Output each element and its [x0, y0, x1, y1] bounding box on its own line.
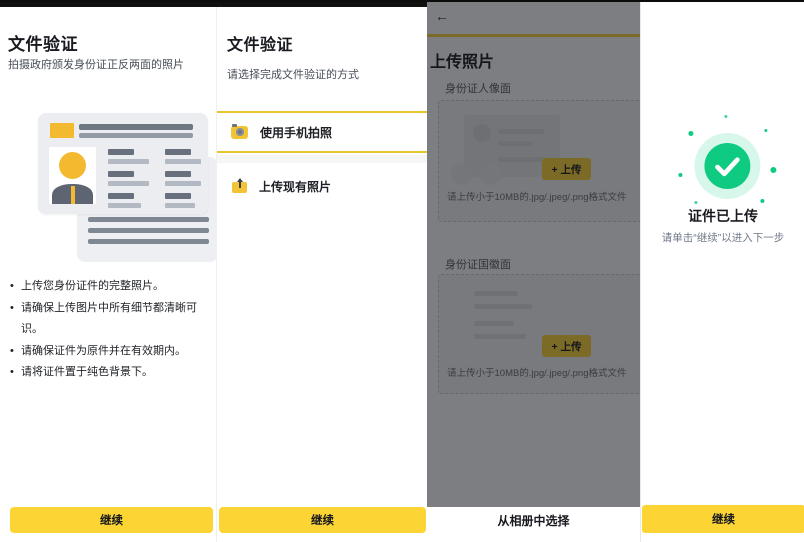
header-accent-line [427, 34, 640, 37]
upload-hint: 请上传小于10MB的.jpg/.jpeg/.png格式文件 [447, 365, 627, 379]
upload-title: 上传照片 [430, 48, 494, 72]
panel-verification-method: 文件验证 请选择完成文件验证的方式 使用手机拍照 上传现有照片 继续 [216, 0, 427, 542]
continue-button[interactable]: 继续 [219, 507, 426, 533]
back-arrow-icon[interactable]: ← [435, 8, 449, 24]
upload-hint: 请上传小于10MB的.jpg/.jpeg/.png格式文件 [447, 189, 627, 203]
panel-document-verification-intro: 文件验证 拍摄政府颁发身份证正反两面的照片 [0, 0, 216, 542]
upload-front-button[interactable]: + 上传 [542, 158, 591, 180]
dropzone-ghost-lines [474, 291, 532, 347]
upload-dropzone-back[interactable]: + 上传 请上传小于10MB的.jpg/.jpeg/.png格式文件 [438, 274, 640, 394]
page-subtitle: 拍摄政府颁发身份证正反两面的照片 [8, 56, 184, 72]
guideline-item: 请确保证件为原件并在有效期内。 [8, 341, 213, 363]
panel-upload-photos: ← 上传照片 身份证人像面 + 上传 请上传小于10MB的.jpg/.jpeg/… [427, 0, 640, 542]
card-portrait-graphic [49, 147, 96, 204]
upload-icon [232, 182, 247, 193]
guideline-item: 上传您身份证件的完整照片。 [8, 276, 213, 298]
option-label: 使用手机拍照 [260, 124, 332, 141]
continue-button[interactable]: 继续 [10, 507, 213, 533]
guideline-list: 上传您身份证件的完整照片。 请确保上传图片中所有细节都清晰可识。 请确保证件为原… [8, 276, 213, 384]
success-title: 证件已上传 [641, 206, 804, 226]
guideline-item: 请确保上传图片中所有细节都清晰可识。 [8, 298, 213, 341]
upload-back-button[interactable]: + 上传 [542, 335, 591, 357]
verification-flow-screens: 文件验证 拍摄政府颁发身份证正反两面的照片 [0, 0, 804, 542]
guideline-item: 请将证件置于纯色背景下。 [8, 362, 213, 384]
card-flag-graphic [50, 123, 74, 138]
window-top-edge [0, 0, 804, 2]
panel-upload-success: 证件已上传 请单击“继续”以进入下一步 继续 [640, 0, 804, 542]
choose-from-album-button[interactable]: 从相册中选择 [427, 507, 640, 533]
option-upload-existing[interactable]: 上传现有照片 [217, 163, 428, 209]
option-divider [217, 155, 428, 163]
success-graphic [672, 111, 782, 221]
option-label: 上传现有照片 [259, 178, 331, 195]
upload-dropzone-front[interactable]: + 上传 请上传小于10MB的.jpg/.jpeg/.png格式文件 [438, 100, 640, 222]
option-take-photo[interactable]: 使用手机拍照 [217, 111, 428, 153]
page-subtitle: 请选择完成文件验证的方式 [227, 66, 359, 82]
camera-icon [231, 126, 248, 139]
id-back-label: 身份证国徽面 [445, 256, 511, 272]
success-subtitle: 请单击“继续”以进入下一步 [641, 230, 804, 245]
id-card-front-graphic [38, 113, 208, 214]
continue-button[interactable]: 继续 [642, 505, 804, 533]
page-title: 文件验证 [8, 30, 78, 55]
id-card-illustration [36, 112, 216, 262]
id-front-label: 身份证人像面 [445, 80, 511, 96]
upload-screen: ← 上传照片 身份证人像面 + 上传 请上传小于10MB的.jpg/.jpeg/… [427, 0, 640, 542]
page-title: 文件验证 [227, 31, 293, 55]
check-circle-icon [704, 143, 750, 189]
